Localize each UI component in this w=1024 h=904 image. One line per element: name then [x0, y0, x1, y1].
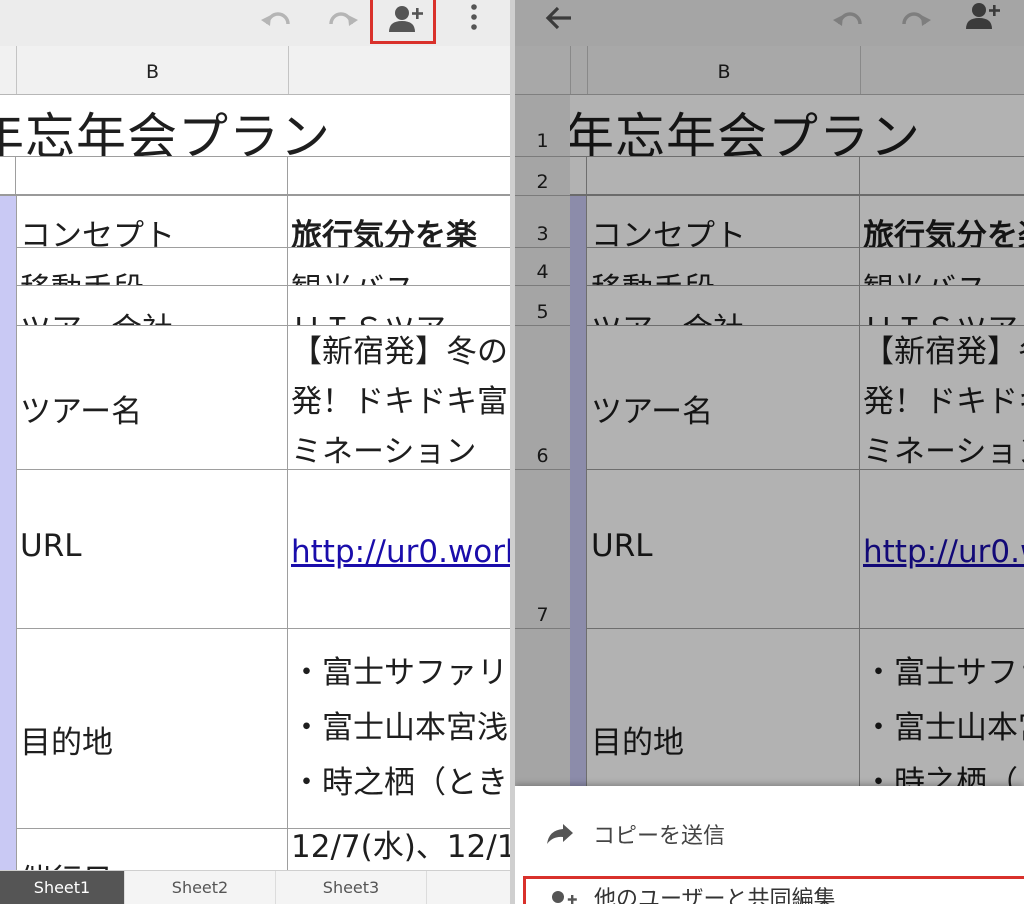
- label-url: URL: [20, 528, 82, 564]
- tab-sheet2[interactable]: Sheet2: [125, 871, 276, 904]
- url-link[interactable]: http://ur0.work/: [291, 534, 510, 570]
- tab-sheet3[interactable]: Sheet3: [276, 871, 427, 904]
- sheet-title: 年忘年会プラン: [0, 108, 331, 157]
- send-copy-item[interactable]: コピーを送信: [515, 810, 1024, 858]
- column-header-c[interactable]: [289, 46, 510, 94]
- column-header-bar: B: [0, 46, 510, 95]
- right-screen: B 1 2 3 4 5 6 7 年忘年会プラン コンセプト 旅行気分を楽 移動手…: [515, 0, 1024, 904]
- tab-label: Sheet2: [171, 878, 229, 897]
- value-cell[interactable]: 旅行気分を楽: [288, 196, 510, 248]
- share-arrow-icon: [547, 824, 573, 844]
- value-transport: 観光バス: [291, 264, 415, 285]
- tab-label: Sheet3: [322, 878, 380, 897]
- label-cell[interactable]: 目的地: [16, 629, 288, 829]
- modal-scrim[interactable]: [515, 0, 1024, 904]
- undo-icon[interactable]: [258, 6, 294, 38]
- selection-strip: [0, 196, 17, 870]
- add-person-icon: [389, 6, 423, 32]
- share-button-highlight[interactable]: [370, 0, 436, 44]
- value-cell[interactable]: 【新宿発】冬の 発！ドキドキ富 ミネーション: [288, 326, 510, 470]
- cell[interactable]: [0, 157, 16, 195]
- value-tour-name-line2: 発！ドキドキ富: [291, 384, 508, 420]
- tab-sheet1[interactable]: Sheet1: [0, 871, 125, 904]
- label-company: ツアー会社: [20, 304, 173, 325]
- label-destination: 目的地: [20, 725, 113, 761]
- label-transport: 移動手段: [20, 264, 144, 285]
- value-destination-line3: ・時之栖（とき: [291, 765, 508, 801]
- column-b-label: B: [145, 61, 160, 83]
- value-company: ＨＩＳツアー: [291, 304, 475, 325]
- label-cell[interactable]: ツアー名: [16, 326, 288, 470]
- label-tour-name: ツアー名: [20, 394, 143, 430]
- label-cell[interactable]: ツアー会社: [16, 286, 288, 326]
- value-concept: 旅行気分を楽: [291, 218, 477, 248]
- value-cell[interactable]: ＨＩＳツアー: [288, 286, 510, 326]
- column-header-b[interactable]: B: [17, 46, 289, 94]
- value-cell[interactable]: ・富士サファリ ・富士山本宮浅 ・時之栖（とき: [288, 629, 510, 829]
- value-destination-line2: ・富士山本宮浅: [291, 710, 508, 746]
- title-cell[interactable]: 年忘年会プラン: [0, 95, 510, 157]
- label-cell[interactable]: 移動手段: [16, 248, 288, 286]
- more-vert-icon[interactable]: [466, 2, 482, 34]
- person-add-icon: [552, 891, 577, 904]
- value-cell[interactable]: http://ur0.work/: [288, 470, 510, 629]
- share-label: 他のユーザーと共同編集: [594, 887, 836, 904]
- send-copy-label: コピーを送信: [593, 824, 726, 849]
- redo-icon[interactable]: [325, 6, 361, 38]
- share-menu: コピーを送信 他のユーザーと共同編集: [515, 786, 1024, 904]
- label-cell[interactable]: コンセプト: [16, 196, 288, 248]
- left-screen: B 年忘年会プラン コンセプト 旅行気分を楽 移動手段 観光バス ツアー会社 Ｈ…: [0, 0, 510, 904]
- column-header-a[interactable]: [0, 46, 17, 94]
- label-concept: コンセプト: [20, 218, 175, 248]
- toolbar: [0, 0, 510, 46]
- share-item[interactable]: 他のユーザーと共同編集: [523, 876, 1024, 904]
- value-date: 12/7(水)、12/1: [291, 829, 510, 865]
- cell[interactable]: [16, 157, 288, 195]
- label-cell[interactable]: URL: [16, 470, 288, 629]
- value-tour-name-line1: 【新宿発】冬の: [291, 334, 508, 370]
- value-tour-name-line3: ミネーション: [291, 434, 477, 470]
- tab-label: Sheet1: [33, 878, 91, 897]
- value-destination-line1: ・富士サファリ: [291, 655, 508, 691]
- value-cell[interactable]: 観光バス: [288, 248, 510, 286]
- cell[interactable]: [288, 157, 510, 195]
- sheet-tabs: Sheet1 Sheet2 Sheet3: [0, 870, 510, 904]
